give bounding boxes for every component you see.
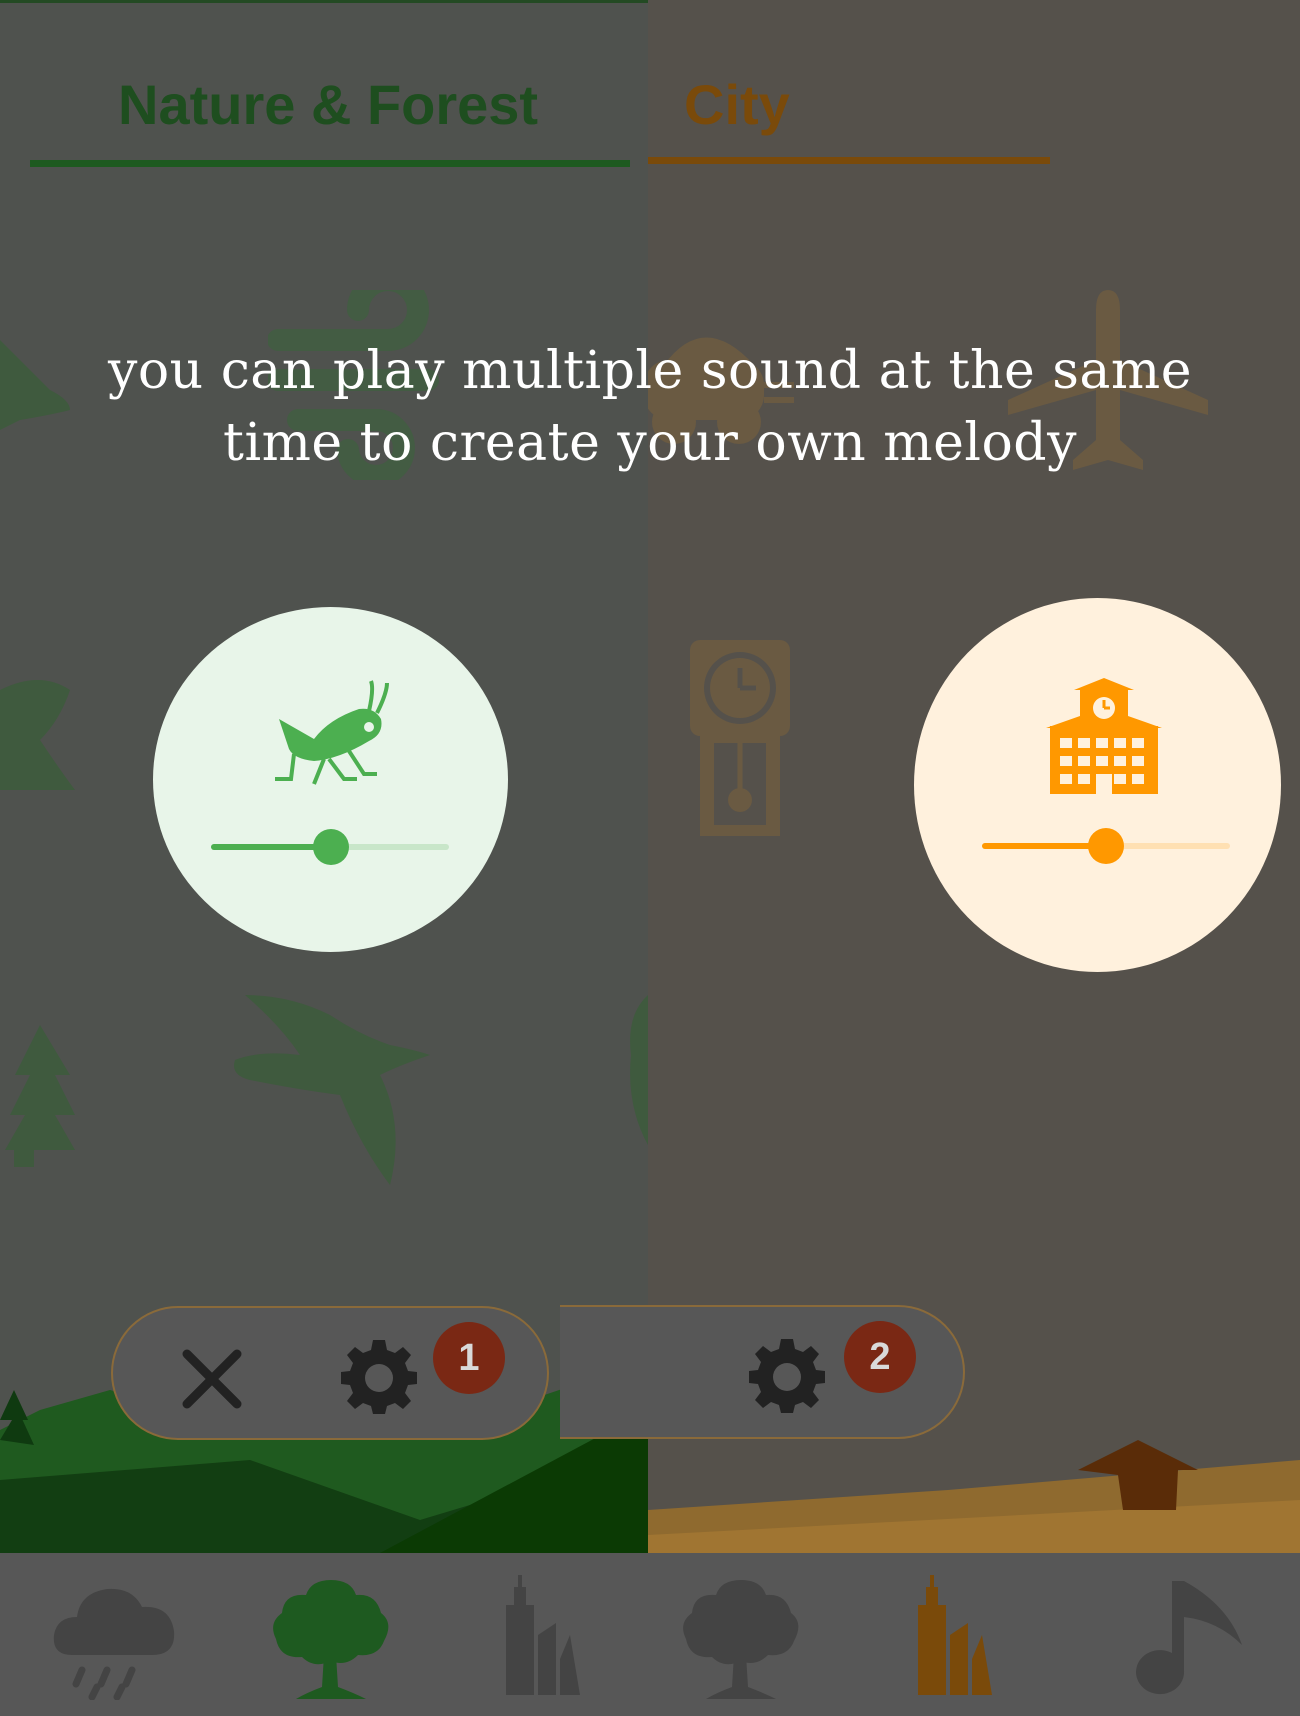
tab-city[interactable]: City [684,72,790,137]
overlay-line-1: you can play multiple sound at the same [107,341,1193,401]
gear-icon[interactable] [341,1338,417,1414]
close-icon[interactable] [181,1348,243,1410]
grasshopper-volume-knob[interactable] [313,829,349,865]
playing-count-badge: 2 [844,1321,916,1393]
playing-count-badge: 1 [433,1322,505,1394]
city-buildings-icon[interactable] [898,1575,1028,1700]
albatross-silhouette-icon [234,995,430,1185]
bottom-nav [0,1553,1300,1716]
pendulum-clock-icon [690,640,790,836]
tree-icon[interactable] [266,1575,396,1700]
school-volume-knob[interactable] [1088,828,1124,864]
gear-icon[interactable] [749,1337,825,1413]
tab-city-underline [648,157,1050,164]
school-building-icon [1046,678,1162,794]
pine-trees-icon [5,1025,75,1167]
active-sound-school[interactable] [914,598,1281,972]
nature-control-pill: 1 [111,1306,549,1440]
tab-nature-underline [30,160,630,167]
rain-cloud-icon[interactable] [52,1575,182,1700]
owl-silhouette-icon [630,995,648,1145]
frog-silhouette-icon [0,680,75,790]
city-buildings-icon[interactable] [486,1575,616,1700]
tutorial-overlay-text: you can play multiple sound at the same … [0,335,1300,479]
active-sound-grasshopper[interactable] [153,607,508,952]
top-divider [0,0,648,3]
city-control-pill: 2 [560,1305,965,1439]
overlay-line-2: time to create your own melody [223,413,1077,473]
tab-nature-forest[interactable]: Nature & Forest [118,72,538,137]
music-note-icon[interactable] [1118,1575,1248,1700]
grasshopper-icon [275,680,389,785]
tree-icon[interactable] [676,1575,806,1700]
